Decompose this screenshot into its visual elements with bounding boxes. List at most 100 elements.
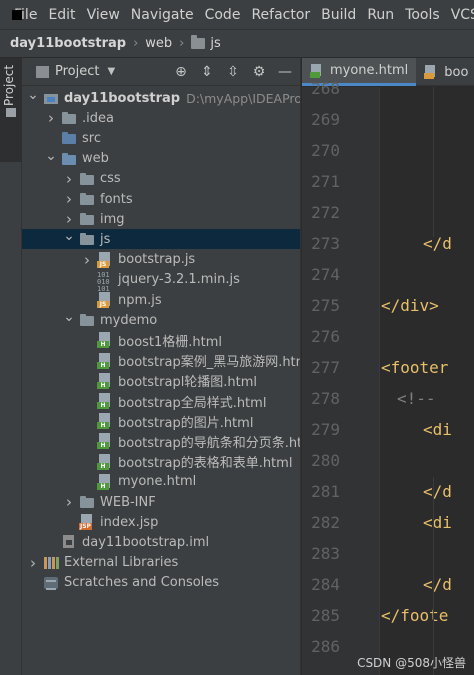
tree-item[interactable]: › JS bootstrap.js [22,250,300,270]
tree-item[interactable]: ›Hbootstrap的导航条和分页条.html [22,431,300,451]
folder-icon [79,171,95,187]
crosshair-icon[interactable]: ⊕ [170,64,192,80]
tree-item[interactable]: ›Scratches and Consoles [22,573,300,593]
gear-icon[interactable]: ⚙ [248,64,270,80]
expand-all-icon[interactable]: ⇕ [196,64,218,80]
tree-item[interactable]: › External Libraries [22,553,300,573]
editor-gutter: 268 269 270 271 272 273 274 275 276 277 278 279 280 2… [302,79,396,675]
menu-build[interactable]: Build [321,7,356,23]
menu-navigate[interactable]: Navigate [131,7,194,23]
folder-icon [79,211,95,227]
chevron-right-icon[interactable]: › [44,109,58,127]
menu-edit[interactable]: Edit [48,7,75,23]
tree-item-label: bootstrap.js [118,252,196,268]
html-file-icon: H [97,372,113,389]
libraries-icon [43,555,59,571]
project-tool-tab[interactable]: Project [0,58,22,162]
code-line: </d [423,575,452,594]
tree-item[interactable]: ⌄ day11bootstrap D:\myApp\IDEAProject\ [22,87,300,108]
code-line: <di [423,513,452,532]
html-file-icon: H [97,393,113,409]
tree-item[interactable]: › css [22,169,300,189]
tree-item[interactable]: ›Hbootstrap全局样式.html [22,391,300,411]
tree-item-label: Scratches and Consoles [64,575,220,591]
tree-item-label: mydemo [100,312,158,328]
menu-vcs[interactable]: VCS [451,7,474,23]
web-folder-icon [61,151,77,167]
tree-item[interactable]: ⌄ web [22,148,300,169]
chevron-down-icon[interactable]: ⌄ [62,228,76,244]
chevron-down-icon[interactable]: ⌄ [62,309,76,325]
chevron-down-icon[interactable]: ⌄ [26,87,40,103]
menu-tools[interactable]: Tools [405,7,440,23]
tree-item[interactable]: ›JSnpm.js [22,290,300,310]
tree-item[interactable]: ›JSPindex.jsp [22,512,300,532]
tree-item-label: fonts [100,191,133,207]
tree-item[interactable]: ⌄ js [22,228,300,250]
menu-code[interactable]: Code [205,7,241,23]
breadcrumb: day11bootstrap › web › js [0,30,474,58]
tree-item[interactable]: ›Hmyone.html [22,472,300,492]
menu-refactor[interactable]: Refactor [251,7,310,23]
line-number: 273 [311,234,340,253]
folder-icon [61,110,77,126]
line-number: 277 [311,358,340,377]
collapse-all-icon[interactable]: ⇳ [222,64,244,80]
indent-guide [433,87,434,237]
tree-item[interactable]: ›Hboost1格栅.html [22,330,300,350]
html-file-icon [310,63,324,78]
scratches-icon [43,575,59,591]
line-number: 281 [311,482,340,501]
chevron-right-icon[interactable]: › [62,210,76,228]
breadcrumb-web[interactable]: web [145,36,172,51]
project-view-selector[interactable]: Project [55,64,99,79]
tool-window-strip: Project [0,58,22,675]
tree-item[interactable]: ›day11bootstrap.iml [22,532,300,552]
tree-item-label: img [100,211,125,227]
tree-item-label: bootstrapl轮播图.html [118,375,258,391]
menu-view[interactable]: View [87,7,120,23]
chevron-right-icon[interactable]: › [62,190,76,208]
breadcrumb-js[interactable]: js [210,36,220,51]
html-file-icon: H [97,473,113,490]
tree-item[interactable]: › img [22,209,300,229]
tree-item[interactable]: ›src [22,128,300,148]
tree-item[interactable]: ›Hbootstrap的表格和表单.html [22,452,300,472]
tree-item-label: css [100,171,121,187]
tree-item-label: myone.html [118,474,197,490]
line-number: 270 [311,141,340,160]
tree-item-label: src [82,130,101,146]
tree-item[interactable]: ⌄ mydemo [22,309,300,330]
line-number: 272 [311,203,340,222]
line-number: 284 [311,575,340,594]
tree-item-label: web [82,151,109,167]
chevron-down-icon[interactable]: ⌄ [44,148,58,164]
menu-run[interactable]: Run [367,7,394,23]
chevron-right-icon[interactable]: › [62,170,76,188]
tree-item-label: day11bootstrap [64,90,181,106]
tree-item[interactable]: › WEB-INF [22,492,300,512]
module-folder-icon [43,90,59,106]
tab-boo[interactable]: boo [416,58,474,86]
breadcrumb-project[interactable]: day11bootstrap [10,36,126,51]
tree-item[interactable]: ›Hbootstrap的图片.html [22,411,300,431]
tree-item-label: day11bootstrap.iml [82,534,210,550]
chevron-right-icon[interactable]: › [26,554,40,572]
chevron-right-icon[interactable]: › [80,251,94,269]
minimize-icon[interactable]: — [274,64,296,80]
tree-item-label: bootstrap的图片.html [118,415,254,431]
code-line: </d [423,234,452,253]
html-file-icon: H [97,352,113,369]
project-panel: Project ▼ ⊕ ⇕ ⇳ ⚙ — ⌄ day11bootstrap D:\my… [22,58,301,675]
chevron-right-icon[interactable]: › [62,493,76,511]
chevron-down-icon[interactable]: ▼ [107,66,115,77]
code-editor[interactable]: </d </div> <footer <!-- <di </d <di </d </foote [381,87,474,675]
tree-item[interactable]: › .idea [22,108,300,128]
tree-item[interactable]: › fonts [22,189,300,209]
js-file-icon: JS [97,251,113,268]
code-line: </d [423,482,452,501]
tree-item[interactable]: ›101010101jquery-3.2.1.min.js [22,270,300,292]
tree-item[interactable]: ›Hbootstrapl轮播图.html [22,371,300,391]
tree-item-label: npm.js [118,292,162,308]
tree-item[interactable]: ›Hbootstrap案例_黑马旅游网.html [22,351,300,371]
